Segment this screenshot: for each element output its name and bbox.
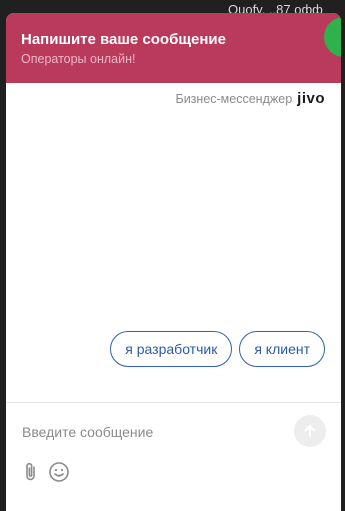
paperclip-icon [26,462,35,481]
attach-file-button[interactable] [18,459,44,485]
branding-label: Бизнес-мессенджер [175,91,293,106]
quick-replies: я разработчик я клиент [110,331,325,367]
smiley-icon [49,462,69,482]
send-button[interactable] [294,415,326,447]
quick-reply-developer-button[interactable]: я разработчик [110,331,233,367]
jivo-logo-text: jivo [297,90,325,107]
header-title: Напишите ваше сообщение [21,31,226,48]
message-composer [6,403,341,511]
status-leaf-icon [324,17,341,57]
arrow-up-icon [304,425,316,437]
emoji-button[interactable] [46,459,72,485]
chat-widget: Напишите ваше сообщение Операторы онлайн… [6,13,341,511]
branding[interactable]: Бизнес-мессенджер jivo [176,90,326,107]
operators-online-status: Операторы онлайн! [21,52,136,66]
quick-reply-client-button[interactable]: я клиент [239,331,325,367]
message-input[interactable] [20,415,284,449]
chat-header[interactable]: Напишите ваше сообщение Операторы онлайн… [6,13,341,83]
jivo-logo: jivo [297,90,325,107]
